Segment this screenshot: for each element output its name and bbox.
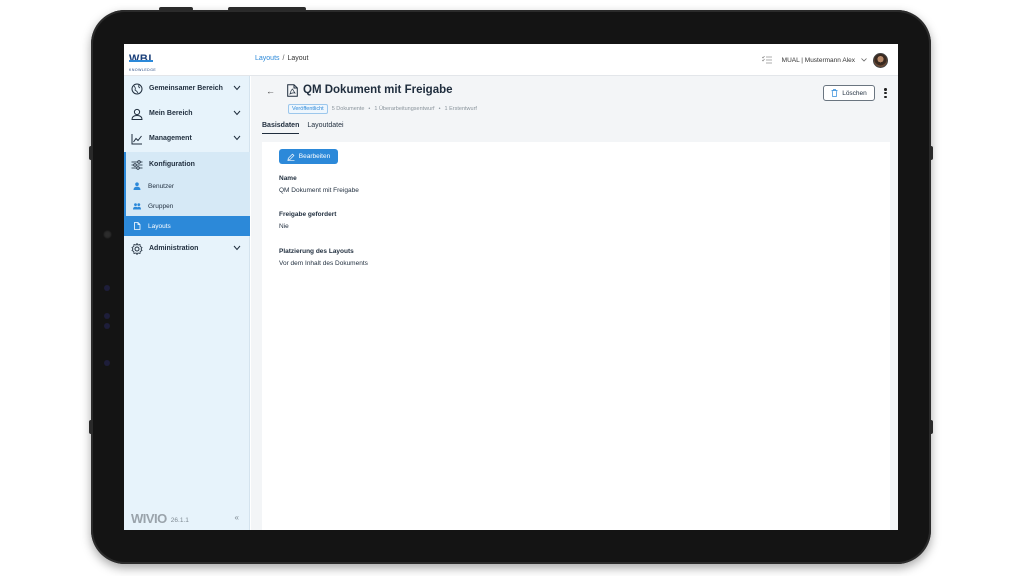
breadcrumb-current: Layout (287, 55, 309, 62)
sidebar-item-gemeinsamer-bereich[interactable]: Gemeinsamer Bereich (124, 76, 250, 101)
camera-icon (103, 230, 112, 239)
avatar[interactable] (873, 52, 888, 68)
chevron-down-icon[interactable] (233, 110, 241, 116)
user-icon (131, 108, 143, 120)
sidebar-item-management[interactable]: Management (124, 126, 250, 151)
sidebar-item-label: Konfiguration (149, 161, 195, 168)
product-logo: WIVIO (131, 511, 167, 526)
tablet-side-button (929, 420, 933, 434)
field-value-platzierung: Vor dem Inhalt des Dokuments (279, 260, 368, 267)
breadcrumb-layouts-link[interactable]: Layouts (255, 55, 280, 62)
field-label-platzierung: Platzierung des Layouts (279, 248, 354, 255)
sidebar-item-label: Management (149, 135, 192, 142)
sliders-icon (131, 159, 143, 170)
gear-icon (131, 242, 143, 255)
sidebar-item-konfiguration[interactable]: Konfiguration (124, 152, 250, 177)
sidebar-item-label: Mein Bereich (149, 110, 193, 117)
collapse-sidebar-button[interactable]: « (235, 513, 239, 522)
sidebar-item-label: Benutzer (148, 182, 175, 190)
breadcrumb-separator: / (282, 55, 285, 62)
sidebar-item-administration[interactable]: Administration (124, 236, 250, 261)
tablet-top-button (159, 7, 193, 11)
document-meta: Veröffentlicht 5 Dokumente • 1 Überarbei… (288, 104, 477, 114)
page-title: QM Dokument mit Freigabe (303, 84, 453, 96)
meta-documents: 5 Dokumente (331, 106, 365, 112)
sensor-icon (104, 313, 110, 319)
file-icon (134, 222, 141, 230)
edit-button[interactable]: Bearbeiten (279, 149, 338, 164)
chart-icon (131, 133, 142, 144)
user-menu[interactable]: MUAL | Mustermann Alex (761, 50, 888, 70)
meta-revision-drafts: 1 Überarbeitungsentwurf (374, 106, 435, 112)
sidebar-item-mein-bereich[interactable]: Mein Bereich (124, 101, 250, 126)
user-name[interactable]: MUAL | Mustermann Alex (782, 57, 855, 64)
person-icon (133, 182, 141, 190)
tab-bar: Basisdaten Layoutdatei (262, 120, 344, 134)
task-list-icon[interactable] (761, 56, 772, 64)
sidebar-item-label: Gemeinsamer Bereich (149, 85, 223, 92)
pdf-document-icon (287, 84, 298, 97)
top-bar: WBI KNOWLEDGE Layouts / Layout MUAL | Must… (124, 44, 898, 76)
field-label-name: Name (279, 175, 297, 182)
logo-text: WBI (129, 53, 152, 65)
chevron-down-icon[interactable] (233, 85, 241, 91)
field-value-name: QM Dokument mit Freigabe (279, 187, 359, 194)
trash-icon (831, 89, 838, 97)
delete-button-label: Löschen (842, 89, 867, 97)
back-button[interactable]: ← (266, 86, 275, 96)
chevron-down-icon[interactable] (233, 135, 241, 141)
stage: WBI KNOWLEDGE Layouts / Layout MUAL | Must… (0, 0, 1024, 576)
tablet-side-button (929, 146, 933, 160)
sidebar-item-gruppen[interactable]: Gruppen (124, 196, 250, 216)
more-options-icon[interactable] (884, 88, 887, 98)
field-value-freigabe: Nie (279, 223, 289, 230)
tablet-side-button (89, 146, 93, 160)
main-content: ← QM Dokument mit Freigabe Veröffentlich… (251, 76, 898, 530)
status-badge: Veröffentlicht (288, 104, 328, 114)
tab-basisdaten[interactable]: Basisdaten (262, 120, 300, 134)
meta-separator: • (438, 106, 441, 112)
logo-subtext: KNOWLEDGE (129, 68, 157, 72)
wbi-logo[interactable]: WBI KNOWLEDGE (129, 49, 169, 72)
group-icon (133, 203, 141, 210)
pencil-icon (287, 153, 295, 161)
sidebar-item-layouts[interactable]: Layouts (124, 216, 250, 236)
meta-separator: • (368, 106, 371, 112)
tablet-side-button (89, 420, 93, 434)
version-info: WIVIO 26.1.1 (131, 511, 189, 526)
edit-button-label: Bearbeiten (298, 153, 331, 160)
logo-underline (129, 60, 153, 62)
app-screen: WBI KNOWLEDGE Layouts / Layout MUAL | Must… (124, 44, 898, 530)
sidebar-item-benutzer[interactable]: Benutzer (124, 176, 250, 196)
chevron-down-icon[interactable] (861, 58, 867, 62)
field-label-freigabe: Freigabe gefordert (279, 211, 337, 218)
meta-first-drafts: 1 Erstentwurf (444, 106, 477, 112)
sidebar-item-label: Gruppen (148, 202, 174, 210)
tab-layoutdatei[interactable]: Layoutdatei (307, 120, 343, 134)
sidebar: Gemeinsamer Bereich Mein Bereich Managem… (124, 76, 250, 530)
sidebar-item-label: Layouts (148, 222, 171, 230)
breadcrumb: Layouts / Layout (255, 55, 309, 62)
sidebar-item-label: Administration (149, 245, 199, 252)
sensor-icon (104, 323, 110, 329)
globe-icon (131, 83, 143, 94)
sensor-icon (104, 285, 110, 291)
tablet-top-button (228, 7, 306, 11)
delete-button[interactable]: Löschen (823, 85, 875, 101)
sensor-icon (104, 360, 110, 366)
version-number: 26.1.1 (170, 517, 189, 524)
chevron-down-icon[interactable] (233, 245, 241, 251)
details-panel: Bearbeiten Name QM Dokument mit Freigabe… (262, 142, 890, 530)
